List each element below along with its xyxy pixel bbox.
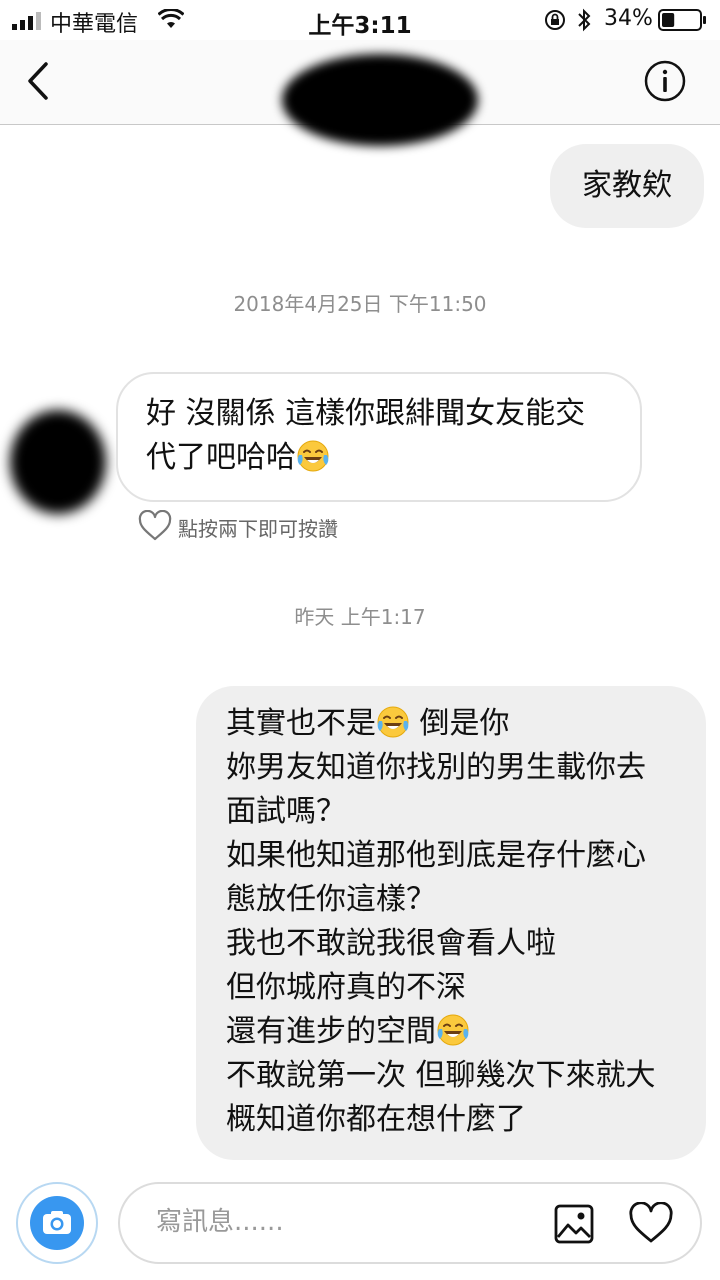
avatar[interactable] xyxy=(10,410,106,514)
message-line: 但你城府真的不深 xyxy=(226,970,466,1005)
message-timestamp: 2018年4月25日 下午11:50 xyxy=(233,292,487,316)
status-bar: 中華電信 上午3:11 34% xyxy=(0,0,720,40)
message-line: 面試嗎？ xyxy=(226,794,346,829)
message-input[interactable] xyxy=(154,1206,518,1238)
heart-icon[interactable] xyxy=(628,1202,674,1244)
rotation-lock-icon xyxy=(545,10,565,30)
message-field[interactable] xyxy=(118,1182,702,1264)
message-text: 家教欸 xyxy=(582,168,672,203)
message-line: 不敢說第一次 但聊幾次下來就大 xyxy=(226,1058,656,1093)
back-button[interactable] xyxy=(18,58,58,104)
camera-icon xyxy=(43,1211,71,1234)
message-line: 妳男友知道你找別的男生載你去 xyxy=(226,750,646,785)
bluetooth-icon xyxy=(578,8,591,32)
message-line-with-emoji: 其實也不是 倒是你 xyxy=(226,702,690,746)
message-line-with-emoji: 還有進步的空間 xyxy=(226,1010,690,1054)
message-timestamp: 昨天 上午1:17 xyxy=(294,605,426,629)
laughing-tears-emoji-icon xyxy=(436,1014,470,1046)
outgoing-message[interactable]: 其實也不是 倒是你 妳男友知道你找別的男生載你去 面試嗎？ 如果他知道那他到底是… xyxy=(196,686,706,1160)
incoming-message[interactable]: 好 沒關係 這樣你跟緋聞女友能交 代了吧哈哈 xyxy=(116,372,642,502)
info-button[interactable] xyxy=(644,60,686,102)
laughing-tears-emoji-icon xyxy=(376,706,410,738)
message-line: 概知道你都在想什麼了 xyxy=(226,1102,526,1137)
like-hint-label: 點按兩下即可按讚 xyxy=(178,517,338,541)
message-line: 還有進步的空間 xyxy=(226,1014,436,1049)
gallery-icon[interactable] xyxy=(554,1204,594,1244)
conversation-header xyxy=(0,40,720,146)
heart-outline-icon xyxy=(138,510,172,541)
message-line: 態放任你這樣？ xyxy=(226,882,436,917)
redacted-username[interactable] xyxy=(282,54,478,146)
message-line: 倒是你 xyxy=(419,706,510,741)
message-line: 代了吧哈哈 xyxy=(146,440,296,475)
message-line: 我也不敢說我很會看人啦 xyxy=(226,926,556,961)
chat-screen: 中華電信 上午3:11 34% 家教欸 2018年4月25日 下午11:50 好… xyxy=(0,0,720,1280)
laughing-tears-emoji-icon xyxy=(296,440,330,472)
message-composer xyxy=(0,1168,720,1280)
outgoing-message[interactable]: 家教欸 xyxy=(550,144,704,228)
camera-icon-background xyxy=(30,1196,84,1250)
camera-button[interactable] xyxy=(16,1182,98,1264)
message-line: 好 沒關係 這樣你跟緋聞女友能交 xyxy=(146,396,586,431)
message-line: 其實也不是 xyxy=(226,706,376,741)
battery-icon xyxy=(658,9,706,31)
message-line: 如果他知道那他到底是存什麼心 xyxy=(226,838,646,873)
message-line-with-emoji: 代了吧哈哈 xyxy=(146,436,630,480)
battery-percentage: 34% xyxy=(604,6,653,31)
